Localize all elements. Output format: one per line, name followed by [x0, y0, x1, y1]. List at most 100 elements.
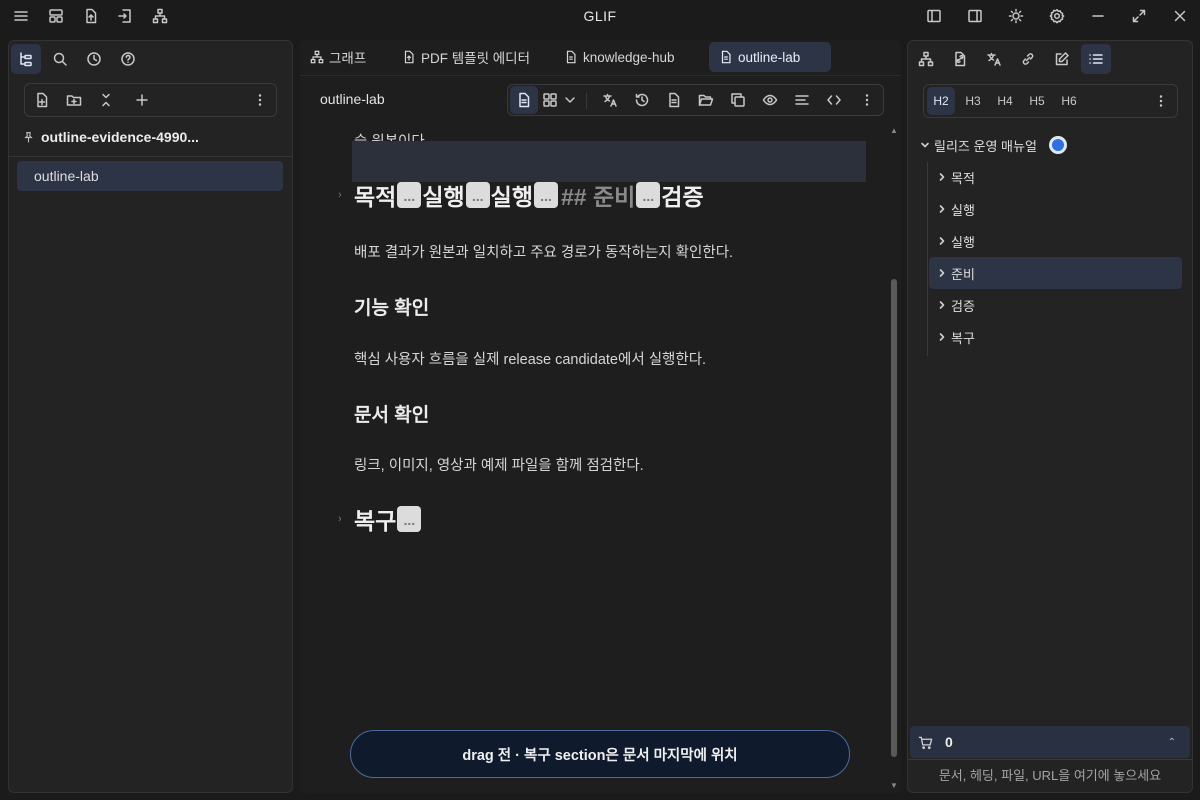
cart-icon	[918, 736, 933, 749]
collapsed-ellipsis[interactable]: ...	[397, 182, 422, 208]
gear-icon[interactable]	[1043, 2, 1071, 30]
outline-label: 실행	[951, 202, 975, 218]
code-icon[interactable]	[820, 86, 848, 114]
document-view-icon[interactable]	[510, 86, 538, 114]
divider	[9, 156, 292, 157]
collapsed-ellipsis[interactable]: ...	[397, 506, 422, 532]
scrollbar-thumb[interactable]	[891, 279, 897, 757]
file-tree-icon[interactable]	[11, 44, 41, 74]
chevron-up-icon[interactable]: ⌃	[1168, 737, 1176, 748]
outline-item[interactable]: 실행	[929, 225, 1182, 257]
cart-bar[interactable]: 0 ⌃	[910, 726, 1190, 758]
heading-part: 실행	[490, 184, 533, 210]
scroll-up-arrow[interactable]: ▲	[890, 126, 898, 136]
chevron-right-icon	[939, 269, 945, 277]
folder-open-icon[interactable]	[692, 86, 720, 114]
file-text-icon[interactable]	[660, 86, 688, 114]
heading-raw-markdown: ## 준비	[560, 184, 636, 210]
left-sidebar-icon[interactable]	[920, 2, 948, 30]
outline-item-active[interactable]: 준비	[929, 257, 1182, 289]
outline-item[interactable]: 목적	[929, 161, 1182, 193]
history-icon[interactable]	[80, 45, 108, 73]
more-icon[interactable]	[246, 86, 274, 114]
fold-chevron-icon[interactable]: ›	[338, 189, 342, 201]
close-icon[interactable]	[1166, 2, 1194, 30]
drop-indicator	[352, 141, 866, 182]
divider	[908, 759, 1192, 760]
translate-icon[interactable]	[979, 44, 1009, 74]
collapsed-ellipsis[interactable]: ...	[636, 182, 661, 208]
chevron-right-icon	[939, 333, 945, 341]
outline-label: 목적	[951, 170, 975, 186]
file-link-icon[interactable]	[945, 44, 975, 74]
translate-icon[interactable]	[596, 86, 624, 114]
new-file-icon[interactable]	[28, 86, 56, 114]
link-icon[interactable]	[1013, 44, 1043, 74]
vault-name: outline-evidence-4990...	[41, 129, 199, 145]
tab-label: PDF 템플릿 에디터	[421, 51, 531, 66]
outline-label: 실행	[951, 234, 975, 250]
tab-graph[interactable]: 그래프	[300, 42, 376, 72]
graph-icon	[310, 50, 324, 64]
h5-level-button[interactable]: H5	[1023, 87, 1051, 115]
file-icon	[566, 50, 576, 64]
heading-restore: 복구 ...	[354, 502, 422, 536]
copy-icon[interactable]	[724, 86, 752, 114]
collapsed-ellipsis[interactable]: ...	[533, 182, 558, 208]
tab-knowledge-hub[interactable]: knowledge-hub	[554, 42, 685, 72]
more-icon[interactable]	[1147, 87, 1175, 115]
collapse-all-icon[interactable]	[92, 86, 120, 114]
left-sidebar: outline-evidence-4990... outline-lab	[8, 40, 293, 793]
tab-label: outline-lab	[738, 49, 801, 65]
chevron-right-icon	[939, 205, 945, 213]
file-icon	[721, 50, 731, 64]
h2-level-button[interactable]: H2	[927, 87, 955, 115]
help-icon[interactable]	[114, 45, 142, 73]
tab-outline-lab[interactable]: outline-lab	[709, 42, 831, 72]
title-bar: GLIF	[0, 0, 1200, 34]
search-icon[interactable]	[46, 45, 74, 73]
fold-chevron-icon[interactable]: ›	[338, 513, 342, 525]
collapsed-ellipsis[interactable]: ...	[465, 182, 490, 208]
align-icon[interactable]	[788, 86, 816, 114]
outline-root[interactable]: 릴리즈 운영 매뉴얼	[914, 129, 1184, 161]
outline-item[interactable]: 검증	[929, 289, 1182, 321]
edit-icon[interactable]	[1047, 44, 1077, 74]
more-icon[interactable]	[853, 86, 881, 114]
drag-cursor-dot	[1048, 136, 1067, 154]
sun-icon[interactable]	[1002, 2, 1030, 30]
chevron-right-icon	[939, 173, 945, 181]
right-sidebar-icon[interactable]	[961, 2, 989, 30]
level-label: H2	[933, 94, 949, 108]
outline-label: 릴리즈 운영 매뉴얼	[934, 138, 1037, 154]
tree-guide-line	[927, 162, 928, 356]
history-icon[interactable]	[628, 86, 656, 114]
heading-feature-check: 기능 확인	[354, 298, 430, 319]
chevron-down-icon[interactable]	[558, 86, 582, 114]
heading-part: 복구	[354, 508, 397, 534]
pdf-icon	[404, 50, 414, 64]
level-label: H5	[1029, 94, 1045, 108]
heading-part: 검증	[661, 184, 704, 210]
maximize-icon[interactable]	[1125, 2, 1153, 30]
editor-area: 그래프 PDF 템플릿 에디터 knowledge-hub outline-la…	[300, 40, 901, 793]
scroll-down-arrow[interactable]: ▼	[890, 781, 898, 791]
file-toolbar	[24, 83, 277, 117]
sitemap-icon[interactable]	[911, 44, 941, 74]
minimize-icon[interactable]	[1084, 2, 1112, 30]
outline-item[interactable]: 실행	[929, 193, 1182, 225]
pin-icon	[24, 131, 33, 142]
plus-icon[interactable]	[128, 86, 156, 114]
vault-header[interactable]: outline-evidence-4990...	[22, 129, 199, 145]
list-icon[interactable]	[1081, 44, 1111, 74]
file-label: outline-lab	[34, 168, 99, 184]
file-item-outline-lab[interactable]: outline-lab	[17, 161, 283, 191]
new-folder-icon[interactable]	[60, 86, 88, 114]
h6-level-button[interactable]: H6	[1055, 87, 1083, 115]
tab-pdf-template-editor[interactable]: PDF 템플릿 에디터	[392, 42, 540, 72]
h3-level-button[interactable]: H3	[959, 87, 987, 115]
eye-icon[interactable]	[756, 86, 784, 114]
h4-level-button[interactable]: H4	[991, 87, 1019, 115]
outline-item[interactable]: 복구	[929, 321, 1182, 353]
outline-label: 검증	[951, 298, 975, 314]
